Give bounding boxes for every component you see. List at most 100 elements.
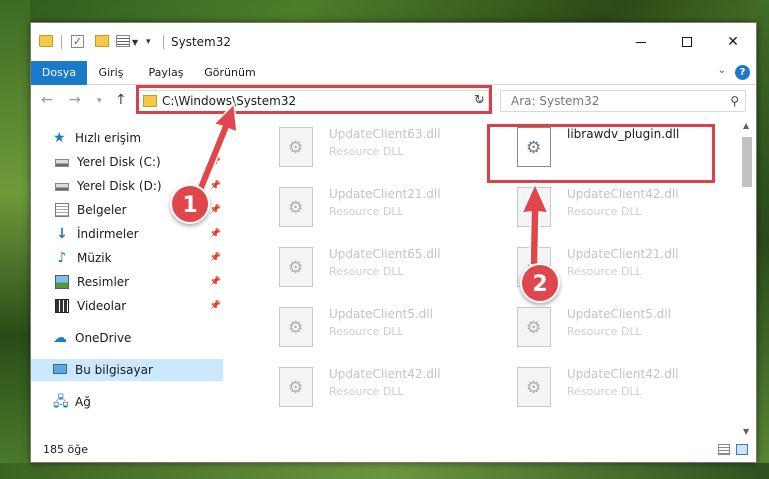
sidebar-item-label: Ağ bbox=[75, 395, 91, 409]
sidebar-item-pictures[interactable]: Resimler 📌 bbox=[31, 271, 223, 293]
file-item[interactable]: UpdateClient42.dll Resource DLL bbox=[499, 177, 729, 231]
sidebar-item-label: Yerel Disk (D:) bbox=[77, 179, 162, 193]
sidebar-item-quick-access[interactable]: ★ Hızlı erişim bbox=[31, 127, 223, 149]
search-icon[interactable]: ⚲ bbox=[730, 94, 739, 108]
cloud-icon: ☁ bbox=[53, 330, 67, 346]
toolbar-divider bbox=[163, 35, 164, 49]
file-item[interactable]: UpdateClient5.dll Resource DLL bbox=[261, 297, 491, 351]
new-folder-icon[interactable] bbox=[95, 35, 109, 47]
tab-view[interactable]: Görünüm bbox=[199, 61, 261, 85]
sidebar-item-label: Hızlı erişim bbox=[75, 131, 142, 145]
file-type: Resource DLL bbox=[567, 205, 642, 218]
pin-icon[interactable]: 📌 bbox=[210, 151, 221, 173]
tab-share[interactable]: Paylaş bbox=[141, 61, 191, 85]
pictures-icon bbox=[55, 275, 69, 289]
documents-icon bbox=[55, 203, 69, 217]
drive-icon bbox=[55, 183, 69, 191]
dll-file-icon bbox=[279, 247, 313, 287]
toolbar-divider bbox=[61, 35, 62, 49]
sidebar-item-onedrive[interactable]: ☁ OneDrive bbox=[31, 327, 223, 349]
file-name: UpdateClient5.dll bbox=[329, 307, 433, 321]
maximize-button[interactable] bbox=[664, 23, 710, 61]
step-one-badge: 1 bbox=[170, 184, 210, 224]
star-icon: ★ bbox=[53, 130, 66, 146]
sidebar-item-label: Bu bilgisayar bbox=[75, 363, 153, 377]
vertical-scrollbar[interactable]: ▲ ▼ bbox=[740, 117, 754, 440]
sidebar-item-downloads[interactable]: ↓ İndirmeler 📌 bbox=[31, 223, 223, 245]
file-type: Resource DLL bbox=[329, 205, 404, 218]
sidebar-item-label: İndirmeler bbox=[77, 227, 139, 241]
sidebar-item-label: Resimler bbox=[77, 275, 130, 289]
status-bar: 185 öğe bbox=[31, 438, 756, 462]
network-icon: 🖧 bbox=[53, 394, 69, 410]
videos-icon bbox=[55, 299, 69, 313]
tab-home[interactable]: Giriş bbox=[91, 61, 131, 85]
tab-file[interactable]: Dosya bbox=[31, 61, 87, 85]
dll-file-icon bbox=[517, 187, 551, 227]
pin-icon[interactable]: 📌 bbox=[210, 247, 221, 269]
address-highlight bbox=[136, 85, 492, 114]
item-count: 185 öğe bbox=[43, 443, 88, 456]
rename-icon[interactable] bbox=[116, 35, 130, 47]
sidebar-item-this-pc[interactable]: Bu bilgisayar bbox=[31, 359, 223, 381]
file-name: UpdateClient63.dll bbox=[329, 127, 441, 141]
file-item[interactable]: UpdateClient42.dll Resource DLL bbox=[499, 357, 729, 411]
scrollbar-thumb[interactable] bbox=[742, 137, 752, 187]
pin-icon[interactable]: 📌 bbox=[210, 271, 221, 293]
recent-locations-icon[interactable]: ▾ bbox=[97, 96, 102, 106]
customize-toolbar-icon[interactable]: ▾ bbox=[146, 37, 151, 53]
pin-icon[interactable]: 📌 bbox=[210, 223, 221, 245]
dll-file-icon bbox=[517, 367, 551, 407]
scroll-down-icon[interactable]: ▼ bbox=[743, 427, 749, 436]
chevron-down-icon[interactable]: ▼ bbox=[132, 38, 138, 54]
properties-check-icon[interactable]: ✓ bbox=[71, 35, 84, 48]
title-bar: ✓ ▼ ▾ System32 ✕ bbox=[31, 23, 756, 61]
desktop-background-bottom bbox=[0, 463, 769, 479]
file-item[interactable]: UpdateClient65.dll Resource DLL bbox=[261, 237, 491, 291]
music-icon: ♪ bbox=[57, 250, 67, 266]
file-item[interactable]: UpdateClient21.dll Resource DLL bbox=[261, 177, 491, 231]
sidebar-item-label: Müzik bbox=[77, 251, 112, 265]
file-type: Resource DLL bbox=[567, 325, 642, 338]
desktop-background-left bbox=[0, 0, 30, 479]
file-type: Resource DLL bbox=[567, 385, 642, 398]
large-icons-view-icon[interactable] bbox=[736, 444, 748, 455]
file-type: Resource DLL bbox=[567, 265, 642, 278]
pin-icon[interactable]: 📌 bbox=[210, 175, 221, 197]
expand-ribbon-icon[interactable]: ⌄ bbox=[718, 65, 726, 76]
maximize-icon bbox=[682, 37, 692, 47]
scroll-up-icon[interactable]: ▲ bbox=[743, 121, 749, 130]
sidebar-item-network[interactable]: 🖧 Ağ bbox=[31, 391, 223, 413]
close-button[interactable]: ✕ bbox=[710, 23, 756, 61]
file-item[interactable]: UpdateClient63.dll Resource DLL bbox=[261, 117, 491, 171]
file-type: Resource DLL bbox=[329, 385, 404, 398]
file-name: UpdateClient21.dll bbox=[329, 187, 441, 201]
back-arrow-icon[interactable]: ← bbox=[41, 92, 53, 108]
step-two-badge: 2 bbox=[520, 263, 560, 303]
file-name: UpdateClient42.dll bbox=[567, 367, 679, 381]
file-name: UpdateClient5.dll bbox=[567, 307, 671, 321]
file-type: Resource DLL bbox=[329, 325, 404, 338]
dll-file-icon bbox=[279, 187, 313, 227]
file-type: Resource DLL bbox=[329, 265, 404, 278]
sidebar-item-music[interactable]: ♪ Müzik 📌 bbox=[31, 247, 223, 269]
details-view-icon[interactable] bbox=[718, 444, 730, 455]
help-icon[interactable]: ? bbox=[735, 65, 750, 80]
search-input[interactable]: Ara: System32 ⚲ bbox=[500, 90, 746, 112]
sidebar-item-label: Belgeler bbox=[77, 203, 127, 217]
pin-icon[interactable]: 📌 bbox=[210, 199, 221, 221]
file-name: UpdateClient65.dll bbox=[329, 247, 441, 261]
sidebar-item-videos[interactable]: Videolar 📌 bbox=[31, 295, 223, 317]
up-arrow-icon[interactable]: ↑ bbox=[115, 92, 127, 108]
file-name: UpdateClient42.dll bbox=[567, 187, 679, 201]
sidebar-item-local-disk-c[interactable]: Yerel Disk (C:) 📌 bbox=[31, 151, 223, 173]
forward-arrow-icon[interactable]: → bbox=[69, 92, 81, 108]
file-item[interactable]: UpdateClient5.dll Resource DLL bbox=[499, 297, 729, 351]
dll-file-icon bbox=[279, 307, 313, 347]
dll-file-icon bbox=[279, 127, 313, 167]
navigation-pane: ★ Hızlı erişim Yerel Disk (C:) 📌 Yerel D… bbox=[31, 117, 223, 440]
pin-icon[interactable]: 📌 bbox=[210, 295, 221, 317]
download-icon: ↓ bbox=[56, 226, 68, 242]
file-item[interactable]: UpdateClient42.dll Resource DLL bbox=[261, 357, 491, 411]
minimize-button[interactable] bbox=[618, 23, 664, 61]
